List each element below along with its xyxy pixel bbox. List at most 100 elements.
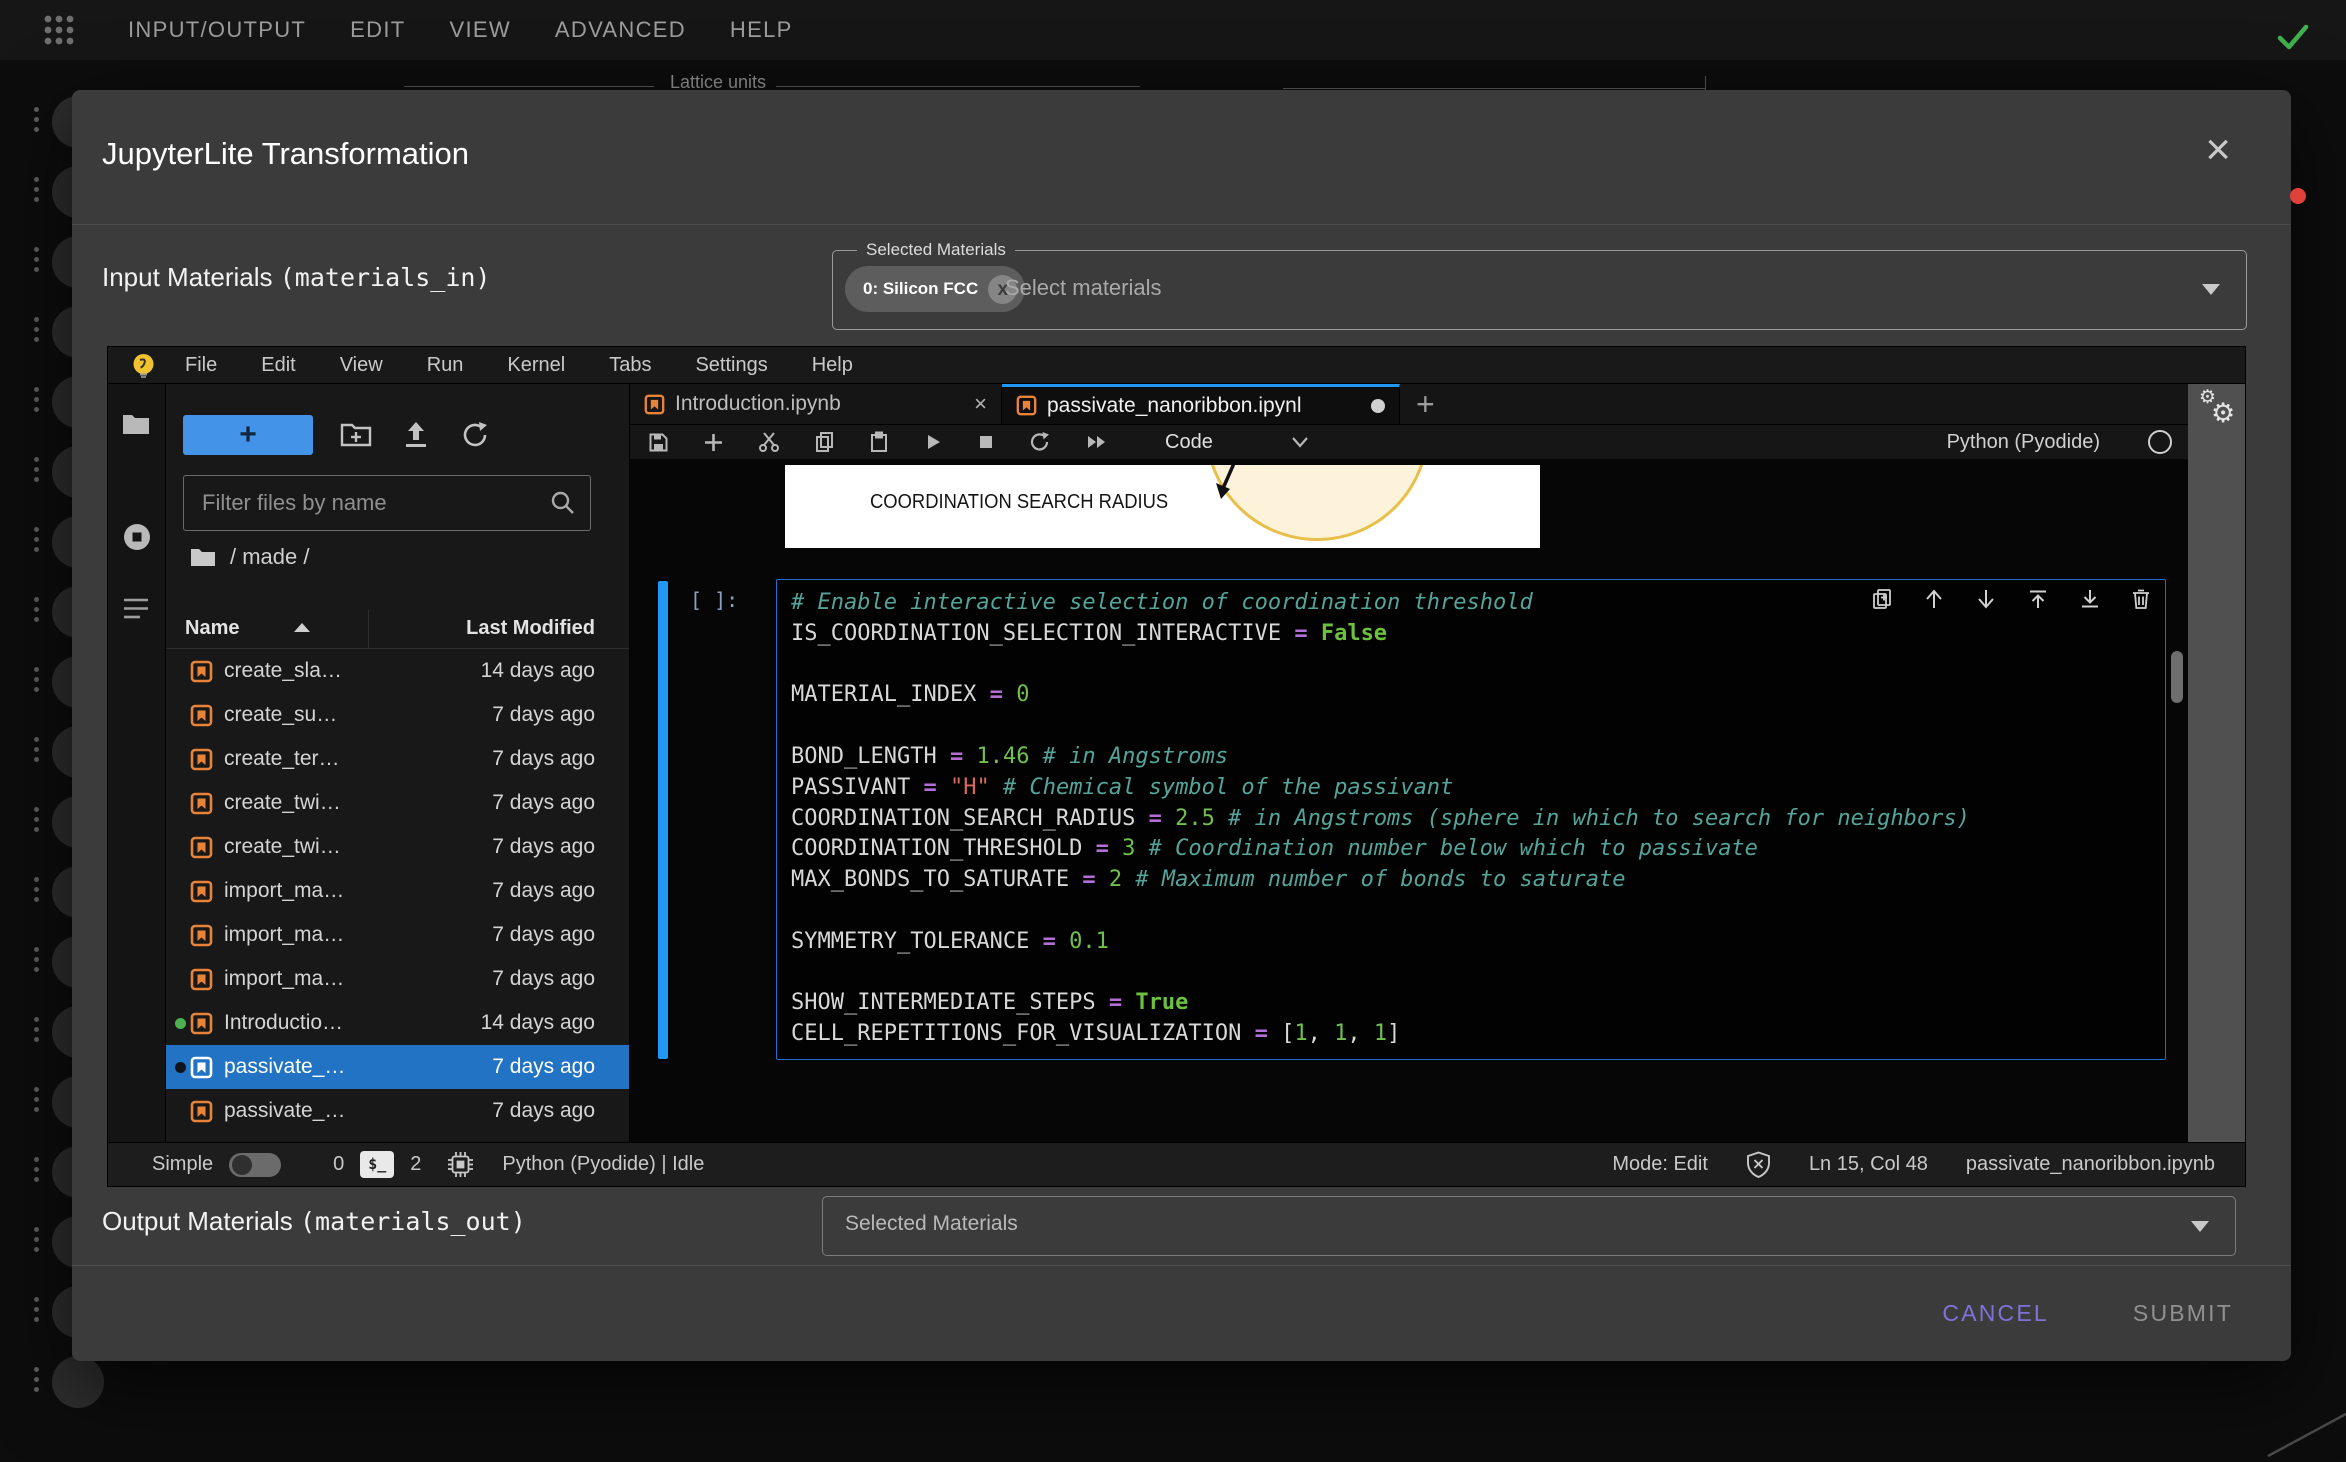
jupyter-menu-kernel[interactable]: Kernel xyxy=(507,354,565,377)
cell-type-chevron-icon[interactable] xyxy=(1291,436,1309,448)
terminal-icon[interactable]: $_ xyxy=(360,1151,394,1178)
property-inspector-icon[interactable]: ⚙⚙ xyxy=(2195,386,2239,436)
cell-toolbar xyxy=(1871,588,2151,610)
host-menu-edit[interactable]: EDIT xyxy=(350,17,405,43)
code-line: CELL_REPETITIONS_FOR_VISUALIZATION = [1,… xyxy=(791,1019,2165,1050)
file-list-header: Name Last Modified xyxy=(166,610,629,649)
file-row[interactable]: passivate_… 7 days ago xyxy=(166,1089,629,1133)
tab-label: passivate_nanoribbon.ipynl xyxy=(1047,394,1302,418)
cursor-position[interactable]: Ln 15, Col 48 xyxy=(1809,1153,1928,1176)
file-row[interactable]: create_twi… 7 days ago xyxy=(166,825,629,869)
file-row[interactable]: passivate_… 7 days ago xyxy=(166,1045,629,1089)
file-browser-icon[interactable] xyxy=(122,412,150,436)
jupyter-menu-tabs[interactable]: Tabs xyxy=(609,354,651,377)
check-icon[interactable] xyxy=(2276,22,2310,52)
drag-handle-icon xyxy=(34,592,40,627)
column-last-modified[interactable]: Last Modified xyxy=(466,617,595,640)
background-panel-edge xyxy=(760,86,1140,87)
close-icon[interactable]: × xyxy=(2205,128,2231,172)
jupyter-statusbar: Simple 0 $_ 2 Python (Pyod xyxy=(108,1142,2245,1186)
file-name: create_ter… xyxy=(224,747,340,771)
file-row[interactable]: import_ma… 7 days ago xyxy=(166,869,629,913)
notebook-content[interactable]: COORDINATION SEARCH RADIUS [ ]: xyxy=(630,460,2188,1143)
jupyter-menu-view[interactable]: View xyxy=(340,354,383,377)
drag-handle-icon xyxy=(34,102,40,137)
jupyter-menu-help[interactable]: Help xyxy=(812,354,853,377)
delete-cell-icon[interactable] xyxy=(2131,588,2151,610)
host-menu-advanced[interactable]: ADVANCED xyxy=(555,17,686,43)
jupyterlite-transformation-dialog: JupyterLite Transformation × Input Mater… xyxy=(72,90,2291,1361)
file-row[interactable]: import_ma… 7 days ago xyxy=(166,957,629,1001)
copy-cells-icon[interactable] xyxy=(814,431,835,453)
notebook-toolbar: Code Python (Pyodide) xyxy=(630,425,2188,460)
add-cell-icon[interactable] xyxy=(703,432,724,453)
file-row[interactable]: create_su… 7 days ago xyxy=(166,693,629,737)
simple-mode-toggle[interactable] xyxy=(229,1153,281,1177)
jupyter-menu-file[interactable]: File xyxy=(185,354,217,377)
host-menu-input-output[interactable]: INPUT/OUTPUT xyxy=(128,17,306,43)
file-modified: 14 days ago xyxy=(481,659,595,683)
file-row[interactable]: create_sla… 14 days ago xyxy=(166,649,629,693)
stop-kernel-icon[interactable] xyxy=(977,433,995,451)
cancel-button[interactable]: CANCEL xyxy=(1936,1299,2055,1328)
paste-cells-icon[interactable] xyxy=(869,431,889,453)
output-materials-select[interactable]: Selected Materials xyxy=(822,1196,2236,1256)
cell-collapser[interactable] xyxy=(658,581,668,1059)
notebook-tabbar: Introduction.ipynb × passivate_nanoribbo… xyxy=(630,384,2188,425)
file-row[interactable]: create_twi… 7 days ago xyxy=(166,781,629,825)
new-launcher-button[interactable]: + xyxy=(183,415,313,455)
jupyter-menu-settings[interactable]: Settings xyxy=(695,354,767,377)
insert-cell-below-icon[interactable] xyxy=(2079,588,2101,610)
column-name[interactable]: Name xyxy=(185,617,239,640)
move-cell-down-icon[interactable] xyxy=(1975,588,1997,610)
kernel-name[interactable]: Python (Pyodide) xyxy=(1947,431,2100,454)
save-icon[interactable] xyxy=(648,432,669,453)
upload-icon[interactable] xyxy=(402,420,430,450)
file-row[interactable]: create_ter… 7 days ago xyxy=(166,737,629,781)
output-image: COORDINATION SEARCH RADIUS xyxy=(785,465,1540,548)
cut-cells-icon[interactable] xyxy=(758,431,780,453)
app-grid-icon[interactable] xyxy=(40,11,78,49)
submit-button[interactable]: SUBMIT xyxy=(2127,1299,2239,1328)
filter-files-input[interactable] xyxy=(200,476,544,530)
material-chip[interactable]: 0: Silicon FCC x xyxy=(845,266,1025,312)
drag-handle-icon xyxy=(34,802,40,837)
selected-materials-input[interactable]: Selected Materials 0: Silicon FCC x Sele… xyxy=(832,250,2247,330)
file-row[interactable]: import_ma… 7 days ago xyxy=(166,913,629,957)
host-menu-help[interactable]: HELP xyxy=(730,17,793,43)
trust-shield-icon[interactable] xyxy=(1746,1151,1771,1178)
new-tab-icon[interactable]: + xyxy=(1400,388,1451,420)
duplicate-cell-icon[interactable] xyxy=(1871,588,1893,610)
chevron-down-icon[interactable] xyxy=(2202,284,2220,295)
file-status-dot xyxy=(175,1018,186,1029)
table-of-contents-icon[interactable] xyxy=(122,596,150,622)
restart-kernel-icon[interactable] xyxy=(1029,431,1051,453)
notebook-tab[interactable]: Introduction.ipynb × xyxy=(630,384,1002,424)
jupyter-menu-run[interactable]: Run xyxy=(427,354,464,377)
refresh-icon[interactable] xyxy=(460,420,490,450)
jupyter-menu-edit[interactable]: Edit xyxy=(261,354,295,377)
code-line: PASSIVANT = "H" # Chemical symbol of the… xyxy=(791,773,2165,804)
jupyter-menu: File Edit View Run Kernel Tabs Settings Help xyxy=(185,354,853,377)
running-kernels-icon[interactable] xyxy=(122,522,152,552)
insert-cell-above-icon[interactable] xyxy=(2027,588,2049,610)
terminals-count: 0 xyxy=(333,1153,344,1176)
kernel-status-text[interactable]: Python (Pyodide) | Idle xyxy=(502,1153,704,1176)
tab-close-icon[interactable]: × xyxy=(974,391,987,417)
kernel-status-icon[interactable] xyxy=(2148,430,2172,454)
move-cell-up-icon[interactable] xyxy=(1923,588,1945,610)
file-status-dot xyxy=(175,1062,186,1073)
new-folder-icon[interactable] xyxy=(340,420,372,448)
notebook-file-icon xyxy=(190,968,213,991)
file-row[interactable]: Introductio… 14 days ago xyxy=(166,1001,629,1045)
notebook-tab[interactable]: passivate_nanoribbon.ipynl × xyxy=(1002,384,1400,424)
run-cell-icon[interactable] xyxy=(923,432,943,452)
breadcrumb[interactable]: / made / xyxy=(190,544,309,570)
cell-type-select[interactable]: Code xyxy=(1165,431,1213,454)
code-cell[interactable]: # Enable interactive selection of coordi… xyxy=(776,579,2166,1060)
notebook-scrollbar[interactable] xyxy=(2171,651,2183,703)
restart-run-all-icon[interactable] xyxy=(1085,432,1109,452)
host-menu-view[interactable]: VIEW xyxy=(449,17,510,43)
code-editor[interactable]: # Enable interactive selection of coordi… xyxy=(791,588,2165,1050)
editor-mode[interactable]: Mode: Edit xyxy=(1612,1153,1708,1176)
